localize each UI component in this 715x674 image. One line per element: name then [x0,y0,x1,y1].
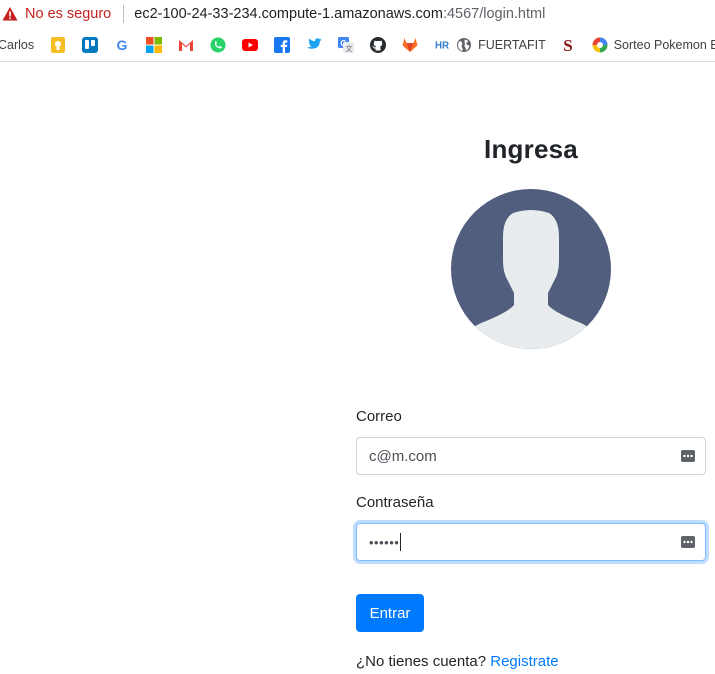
svg-text:S: S [563,37,572,53]
security-status[interactable]: No es seguro [25,6,111,22]
warning-icon [2,6,18,22]
bookmark-sorteo-pokemon[interactable]: Sorteo Pokemon Es [614,38,715,52]
url-host[interactable]: ec2-100-24-33-234.compute-1.amazonaws.co… [134,6,443,22]
svg-text:文: 文 [346,44,353,53]
globe-icon[interactable] [456,37,472,53]
avatar-icon [451,189,611,349]
url-divider [123,5,125,23]
youtube-icon[interactable] [242,37,259,53]
password-value: •••••• [369,534,400,550]
email-value: c@m.com [369,447,437,465]
address-bar[interactable]: No es seguro ec2-100-24-33-234.compute-1… [0,0,715,28]
autofill-key-icon[interactable] [681,535,695,549]
translate-icon[interactable]: G文 [338,36,355,53]
twitter-icon[interactable] [306,37,323,53]
gmail-icon[interactable] [178,37,194,53]
stanford-icon[interactable]: S [560,37,576,53]
email-field[interactable]: c@m.com [356,437,706,475]
text-caret [400,533,402,551]
facebook-icon[interactable] [274,36,291,53]
github-icon[interactable] [370,36,387,53]
signup-text: ¿No tienes cuenta? [356,653,487,670]
signup-link[interactable]: Registrate [490,653,558,670]
url-path[interactable]: :4567/login.html [443,6,545,22]
bookmark-carlos[interactable]: Carlos [0,38,34,52]
bookmarks-bar: Carlos G G文 HR FUERTAFIT S Sorteo Pokemo… [0,28,715,62]
email-label: Correo [356,408,402,425]
submit-button[interactable]: Entrar [356,594,424,632]
bookmark-fuertafit[interactable]: FUERTAFIT [478,38,546,52]
svg-text:HR: HR [435,40,449,51]
svg-text:G: G [117,37,128,53]
page-title: Ingresa [484,134,578,164]
google-icon[interactable]: G [114,37,130,53]
password-field[interactable]: •••••• [356,523,706,561]
signup-prompt: ¿No tienes cuenta? Registrate [356,653,559,670]
microsoft-icon[interactable] [146,36,163,53]
keep-icon[interactable] [50,36,66,53]
pokemon-icon[interactable] [592,37,608,53]
whatsapp-icon[interactable] [210,37,226,53]
gitlab-icon[interactable] [402,37,418,53]
autofill-key-icon[interactable] [681,449,695,463]
trello-icon[interactable] [82,36,99,53]
password-label: Contraseña [356,494,434,511]
hr-icon[interactable]: HR [434,37,450,53]
